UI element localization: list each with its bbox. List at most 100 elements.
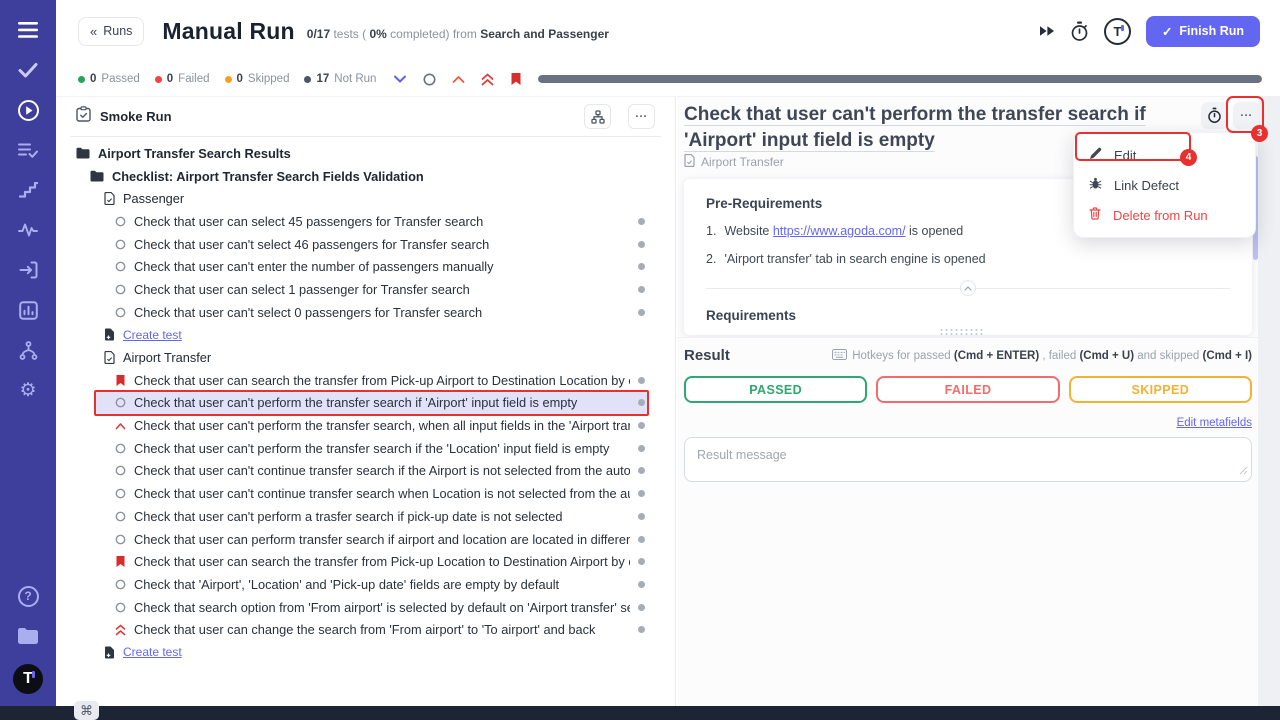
status-counts: 0Passed0Failed0Skipped17Not Run (78, 73, 376, 85)
test-plans-nav-icon[interactable] (16, 138, 40, 162)
branch-nav-icon[interactable] (16, 338, 40, 362)
tree-test-row[interactable]: Check that user can't continue transfer … (56, 460, 675, 483)
create-test-label: Create test (123, 645, 182, 659)
topbar: « Runs Manual Run 0/17 tests ( 0% comple… (56, 0, 1280, 62)
tree-test-row[interactable]: Check that user can't perform the transf… (56, 437, 675, 460)
list-number: 1. (706, 224, 716, 238)
tree-test-row[interactable]: Check that user can't perform the transf… (56, 392, 675, 415)
tree-test-row[interactable]: Check that user can select 45 passengers… (56, 210, 675, 233)
suite-breadcrumb-label: Airport Transfer (701, 155, 784, 169)
status-count-value: 0 (90, 73, 96, 85)
settings-nav-icon[interactable]: ⚙ (16, 378, 40, 402)
page-scroll-gutter[interactable] (1258, 96, 1280, 706)
tree-test-row[interactable]: Check that user can select 1 passenger f… (56, 278, 675, 301)
tree-folder-row[interactable]: Checklist: Airport Transfer Search Field… (56, 165, 675, 188)
tree-test-row[interactable]: Check that 'Airport', 'Location' and 'Pi… (56, 573, 675, 596)
mark-skipped-button[interactable]: SKIPPED (1069, 376, 1252, 403)
projects-folder-icon[interactable] (16, 624, 40, 648)
command-key-badge[interactable]: ⌘ (74, 701, 99, 720)
tree-test-row[interactable]: Check that user can search the transfer … (56, 550, 675, 573)
collapse-section-button[interactable] (960, 280, 976, 296)
tree-row-label: Check that user can't perform the transf… (134, 441, 630, 456)
pulse-nav-icon[interactable] (16, 218, 40, 242)
tree-file-row[interactable]: Passenger (56, 187, 675, 210)
bookmark-icon (115, 374, 126, 387)
help-icon[interactable]: ? (16, 584, 40, 608)
tree-body: Airport Transfer Search ResultsChecklist… (56, 137, 675, 664)
mark-passed-button[interactable]: PASSED (684, 376, 867, 403)
finish-run-button[interactable]: ✓ Finish Run (1146, 16, 1260, 47)
nav-bottom-group: ? T (13, 584, 43, 706)
annotation-badge-4: 4 (1180, 149, 1197, 166)
create-test-icon (104, 646, 115, 659)
suite-breadcrumb: Airport Transfer (684, 154, 784, 170)
result-message-input[interactable] (684, 437, 1252, 482)
tree-more-button[interactable]: ... (628, 104, 655, 129)
status-dot-icon (155, 76, 162, 83)
test-timer-button[interactable] (1201, 102, 1228, 129)
tree-test-row[interactable]: Check that user can't enter the number o… (56, 255, 675, 278)
tree-test-row[interactable]: Check that user can't select 0 passenger… (56, 301, 675, 324)
workspace-logo[interactable]: T (13, 664, 43, 694)
status-count-value: 17 (316, 73, 329, 85)
status-dot-icon (78, 76, 85, 83)
bookmark-icon[interactable] (508, 71, 524, 87)
status-circle-icon (115, 488, 126, 499)
status-circle-icon (115, 284, 126, 295)
status-count-value: 0 (167, 73, 173, 85)
tree-test-row[interactable]: Check that user can't continue transfer … (56, 482, 675, 505)
app-logo[interactable]: T (1104, 18, 1131, 45)
test-status-dot (638, 467, 645, 474)
trash-icon (1089, 207, 1101, 223)
status-dot-icon (225, 76, 232, 83)
reports-nav-icon[interactable] (16, 298, 40, 322)
create-test-link[interactable]: Create test (56, 641, 675, 664)
tree-test-row[interactable]: Check that user can change the search fr… (56, 618, 675, 641)
tree-test-row[interactable]: Check that search option from 'From airp… (56, 596, 675, 619)
back-to-runs-button[interactable]: « Runs (78, 17, 144, 46)
menu-item-link-defect[interactable]: Link Defect (1074, 170, 1255, 200)
text-part: (Cmd + I) (1202, 350, 1252, 362)
tree-view-toggle-button[interactable] (584, 104, 611, 129)
hotkeys-text: Hotkeys for passed (Cmd + ENTER) , faile… (852, 350, 1252, 362)
create-test-label: Create test (123, 328, 182, 342)
hotkeys-hint: Hotkeys for passed (Cmd + ENTER) , faile… (832, 349, 1252, 363)
checks-nav-icon[interactable] (16, 58, 40, 82)
test-status-dot (638, 309, 645, 316)
test-status-dot (638, 536, 645, 543)
run-progress-bar (538, 75, 1262, 83)
folder-icon (76, 147, 90, 159)
tree-folder-row[interactable]: Airport Transfer Search Results (56, 142, 675, 165)
import-nav-icon[interactable] (16, 258, 40, 282)
steps-nav-icon[interactable] (16, 178, 40, 202)
tree-test-row[interactable]: Check that user can't perform the transf… (56, 414, 675, 437)
menu-item-delete-from-run[interactable]: Delete from Run (1074, 200, 1255, 230)
tree-test-row[interactable]: Check that user can perform transfer sea… (56, 528, 675, 551)
external-link[interactable]: https://www.agoda.com/ (773, 224, 906, 238)
create-test-link[interactable]: Create test (56, 324, 675, 347)
runs-nav-icon[interactable] (16, 98, 40, 122)
bug-icon (1089, 177, 1102, 193)
menu-icon[interactable] (16, 18, 40, 42)
menu-item-edit[interactable]: Edit (1074, 140, 1255, 170)
chevron-up-icon[interactable] (450, 71, 466, 87)
tree-test-row[interactable]: Check that user can search the transfer … (56, 369, 675, 392)
tree-test-row[interactable]: Check that user can't select 46 passenge… (56, 233, 675, 256)
tree-file-row[interactable]: Airport Transfer (56, 346, 675, 369)
test-status-dot (638, 263, 645, 270)
mark-failed-button[interactable]: FAILED (876, 376, 1059, 403)
double-chevron-up-icon[interactable] (479, 71, 495, 87)
chevron-down-icon[interactable] (392, 71, 408, 87)
tree-test-row[interactable]: Check that user can't perform a trasfer … (56, 505, 675, 528)
run-stats: 0/17 tests ( 0% completed) from Search a… (307, 27, 609, 41)
stopwatch-icon[interactable] (1070, 21, 1089, 42)
not-run-circle-icon[interactable] (421, 71, 437, 87)
edit-metafields-link[interactable]: Edit metafields (1177, 417, 1252, 429)
resize-grip-handle[interactable] (939, 328, 985, 336)
pencil-icon (1089, 147, 1102, 163)
clipboard-check-icon (76, 106, 91, 127)
text-part: 0% (369, 27, 386, 41)
fast-forward-icon[interactable] (1039, 25, 1055, 37)
result-heading: Result (684, 347, 730, 364)
page-title: Manual Run (162, 18, 294, 45)
